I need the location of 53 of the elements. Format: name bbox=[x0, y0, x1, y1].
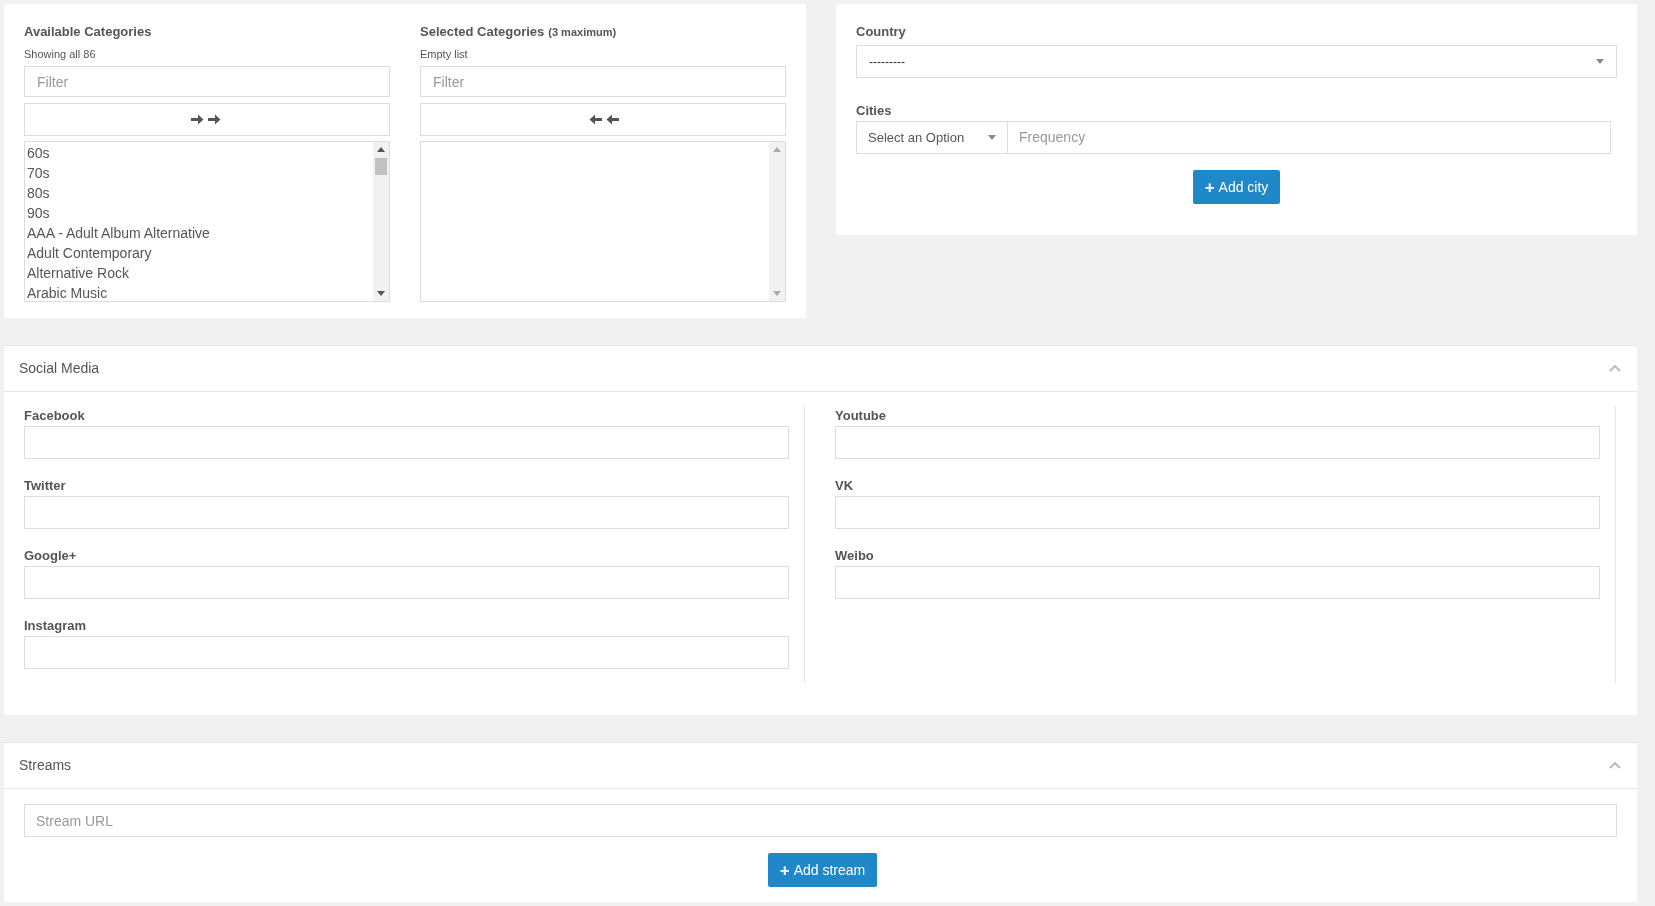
text-field[interactable] bbox=[24, 426, 789, 459]
remove-all-button[interactable] bbox=[420, 103, 786, 136]
caret-icon bbox=[1596, 59, 1604, 64]
scroll-up-arrow-icon[interactable] bbox=[377, 147, 385, 152]
category-option[interactable]: Adult Contemporary bbox=[27, 243, 152, 263]
double-arrow-right-icon bbox=[191, 114, 223, 125]
add-city-button[interactable]: + Add city bbox=[1192, 170, 1281, 204]
panel-title: Social Media bbox=[19, 359, 100, 378]
collapse-chevron-icon[interactable] bbox=[1609, 762, 1621, 769]
text-field[interactable] bbox=[835, 496, 1600, 529]
panel-title: Streams bbox=[19, 756, 72, 775]
scrollbar-thumb[interactable] bbox=[375, 158, 387, 175]
list-info: Showing all 86 bbox=[24, 47, 97, 62]
stream-url-field[interactable]: Stream URL bbox=[24, 804, 1617, 837]
list-label: Selected Categories bbox=[420, 23, 545, 41]
category-listbox[interactable]: 60s 70s 80s 90s AAA - Adult Album Alternative Adult Contemporary Alternative Rock Arabic Music bbox=[24, 141, 390, 302]
add-stream-button[interactable]: + Add stream bbox=[767, 853, 878, 887]
scroll-down-arrow-icon[interactable] bbox=[377, 291, 385, 296]
field-label: Country bbox=[856, 23, 907, 41]
text-field[interactable] bbox=[24, 496, 789, 529]
city-select[interactable]: Select an Option bbox=[856, 121, 1008, 154]
category-option[interactable]: 70s bbox=[27, 163, 50, 183]
list-label: Available Categories bbox=[24, 23, 152, 41]
list-note: (3 maximum) bbox=[548, 25, 617, 40]
filter-field[interactable]: Filter bbox=[420, 66, 786, 97]
caret-icon bbox=[988, 135, 996, 140]
category-option[interactable]: AAA - Adult Album Alternative bbox=[27, 223, 210, 243]
field-label: Youtube bbox=[835, 407, 888, 425]
filter-field[interactable]: Filter bbox=[24, 66, 390, 97]
field-label: VK bbox=[835, 477, 855, 495]
category-option[interactable]: Alternative Rock bbox=[27, 263, 129, 283]
field-label: Weibo bbox=[835, 547, 875, 565]
category-option[interactable]: Arabic Music bbox=[27, 283, 108, 303]
field-label: Google+ bbox=[24, 547, 78, 565]
text-field[interactable] bbox=[835, 426, 1600, 459]
text-field[interactable] bbox=[24, 636, 789, 669]
category-listbox[interactable] bbox=[420, 141, 786, 302]
country-select[interactable]: --------- bbox=[856, 45, 1617, 78]
category-option[interactable]: 60s bbox=[27, 143, 50, 163]
field-label: Instagram bbox=[24, 617, 88, 635]
list-info: Empty list bbox=[420, 47, 469, 62]
category-option[interactable]: 80s bbox=[27, 183, 50, 203]
text-field[interactable] bbox=[835, 566, 1600, 599]
category-option[interactable]: 90s bbox=[27, 203, 50, 223]
text-field[interactable] bbox=[24, 566, 789, 599]
field-label: Facebook bbox=[24, 407, 86, 425]
collapse-chevron-icon[interactable] bbox=[1609, 365, 1621, 372]
double-arrow-left-icon bbox=[587, 114, 619, 125]
frequency-field[interactable]: Frequency bbox=[1008, 121, 1611, 154]
field-label: Cities bbox=[856, 102, 893, 120]
scrollbar[interactable] bbox=[373, 142, 389, 301]
field-label: Twitter bbox=[24, 477, 67, 495]
move-all-button[interactable] bbox=[24, 103, 390, 136]
